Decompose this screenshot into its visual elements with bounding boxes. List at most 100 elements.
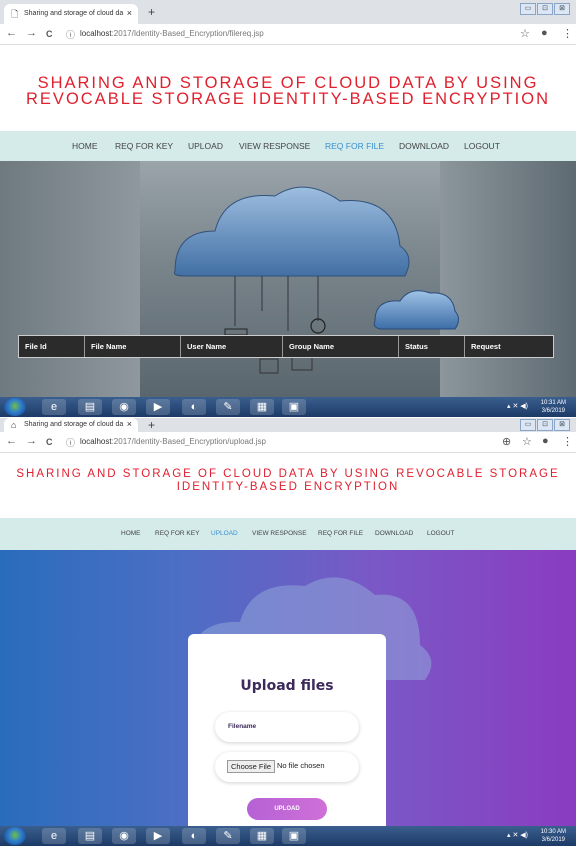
filereq-window: 🗋 Sharing and storage of cloud da × + ▭ … [0,0,576,418]
star-icon[interactable]: ☆ [520,27,530,40]
page-title: SHARING AND STORAGE OF CLOUD DATA BY USI… [0,74,576,108]
info-icon[interactable]: ⓘ [66,436,75,449]
clock-time: 10:31 AM [540,400,566,406]
nav-logout[interactable]: LOGOUT [427,530,454,537]
internet-explorer-icon[interactable]: e [42,828,66,844]
nav-logout[interactable]: LOGOUT [464,141,500,151]
chrome-icon[interactable]: ◉ [112,828,136,844]
editor-icon[interactable]: ✎ [216,399,240,415]
upload-button[interactable]: UPLOAD [247,798,327,820]
browser-tab[interactable]: 🗋 Sharing and storage of cloud da × [4,4,138,24]
media-player-icon[interactable]: ▶ [146,399,170,415]
url-path: :2017/Identity-Based_Encryption/filereq.… [111,29,264,38]
nav-view-response[interactable]: VIEW RESPONSE [239,141,310,151]
address-bar: ← → C ⓘ localhost:2017/Identity-Based_En… [0,24,576,45]
nav-req-for-key[interactable]: REQ FOR KEY [155,530,199,537]
nav-upload[interactable]: UPLOAD [211,530,238,537]
col-status: Status [399,336,465,357]
title-line-2: REVOCABLE STORAGE IDENTITY-BASED ENCRYPT… [26,90,550,108]
taskbar: e ▤ ◉ ▶ ◐ ✎ ▦ ▣ ▴ ✕ ◀) 10:30 AM 3/6/2019 [0,826,576,846]
url-path: :2017/Identity-Based_Encryption/upload.j… [111,437,266,446]
reload-icon[interactable]: C [46,437,53,447]
main-nav: HOME REQ FOR KEY UPLOAD VIEW RESPONSE RE… [0,518,576,550]
clock[interactable]: 10:31 AM 3/6/2019 [541,399,566,415]
star-icon[interactable]: ☆ [522,435,532,448]
tab-close-icon[interactable]: × [127,419,132,429]
remote-icon[interactable]: ▣ [282,399,306,415]
nav-view-response[interactable]: VIEW RESPONSE [252,530,307,537]
new-tab-button[interactable]: + [148,418,155,432]
eclipse-icon[interactable]: ◐ [182,828,206,844]
col-file-id: File Id [19,336,85,357]
winrar-icon[interactable]: ▦ [250,399,274,415]
internet-explorer-icon[interactable]: e [42,399,66,415]
start-button[interactable] [4,827,26,845]
menu-icon[interactable]: ⋮ [562,435,573,448]
winrar-icon[interactable]: ▦ [250,828,274,844]
nav-req-for-key[interactable]: REQ FOR KEY [115,141,173,151]
remote-icon[interactable]: ▣ [282,828,306,844]
close-window-button[interactable]: ⊠ [554,419,570,431]
tab-title: Sharing and storage of cloud da [24,421,124,428]
tab-strip: 🗋 Sharing and storage of cloud da × + ▭ … [0,0,576,24]
clock[interactable]: 10:30 AM 3/6/2019 [541,828,566,844]
tab-close-icon[interactable]: × [127,8,132,18]
title-line-2: IDENTITY-BASED ENCRYPTION [176,481,400,493]
forward-icon[interactable]: → [26,27,37,39]
no-file-text: No file chosen [277,761,325,770]
choose-file-button[interactable]: Choose File [227,760,276,773]
col-request: Request [471,342,501,351]
nav-req-for-file[interactable]: REQ FOR FILE [325,141,384,151]
title-line-1: SHARING AND STORAGE OF CLOUD DATA BY USI… [37,74,539,92]
tray-icons[interactable]: ▴ ✕ ◀) [507,402,528,410]
nav-download[interactable]: DOWNLOAD [375,530,413,537]
address-bar: ← → C ⓘ localhost:2017/Identity-Based_En… [0,432,576,453]
upload-window: ⌂ Sharing and storage of cloud da × + ▭ … [0,418,576,846]
maximize-button[interactable]: ⊡ [537,3,553,15]
window-controls: ▭ ⊡ ⊠ [520,3,570,15]
filename-field[interactable]: Filename [215,712,359,742]
nav-download[interactable]: DOWNLOAD [399,141,449,151]
eclipse-icon[interactable]: ◐ [182,399,206,415]
editor-icon[interactable]: ✎ [216,828,240,844]
tray-icons[interactable]: ▴ ✕ ◀) [507,831,528,839]
nav-req-for-file[interactable]: REQ FOR FILE [318,530,363,537]
url-field[interactable]: localhost:2017/Identity-Based_Encryption… [80,29,264,38]
tab-strip: ⌂ Sharing and storage of cloud da × + ▭ … [0,418,576,432]
upload-heading: Upload files [240,678,334,694]
nav-upload[interactable]: UPLOAD [188,141,223,151]
new-tab-button[interactable]: + [148,5,155,19]
back-icon[interactable]: ← [6,27,17,39]
page-header: SHARING AND STORAGE OF CLOUD DATA BY USI… [0,45,576,131]
url-field[interactable]: localhost:2017/Identity-Based_Encryption… [80,437,266,446]
account-icon[interactable]: ● [541,27,548,39]
nav-home[interactable]: HOME [72,141,98,151]
minimize-button[interactable]: ▭ [520,3,536,15]
nav-home[interactable]: HOME [121,530,141,537]
info-icon[interactable]: ⓘ [66,28,75,41]
minimize-button[interactable]: ▭ [520,419,536,431]
start-button[interactable] [4,398,26,416]
forward-icon[interactable]: → [26,435,37,447]
col-file-name: File Name [85,336,181,357]
menu-icon[interactable]: ⋮ [562,27,573,40]
reload-icon[interactable]: C [46,29,53,39]
folder-icon[interactable]: ▤ [78,828,102,844]
url-host: localhost [80,437,112,446]
close-window-button[interactable]: ⊠ [554,3,570,15]
folder-icon[interactable]: ▤ [78,399,102,415]
upload-card: Upload files Filename Choose File No fil… [188,634,386,834]
chrome-icon[interactable]: ◉ [112,399,136,415]
col-group-name: Group Name [283,336,399,357]
file-picker-field: Choose File No file chosen [215,752,359,782]
maximize-button[interactable]: ⊡ [537,419,553,431]
page-icon: 🗋 [11,9,19,19]
zoom-icon[interactable]: ⊕ [502,435,511,448]
file-request-table-header: File Id File Name User Name Group Name S… [18,335,554,358]
back-icon[interactable]: ← [6,435,17,447]
account-icon[interactable]: ● [542,435,549,447]
home-icon: ⌂ [11,420,17,430]
main-nav: HOME REQ FOR KEY UPLOAD VIEW RESPONSE RE… [0,131,576,161]
browser-tab[interactable]: ⌂ Sharing and storage of cloud da × [4,418,138,432]
media-player-icon[interactable]: ▶ [146,828,170,844]
